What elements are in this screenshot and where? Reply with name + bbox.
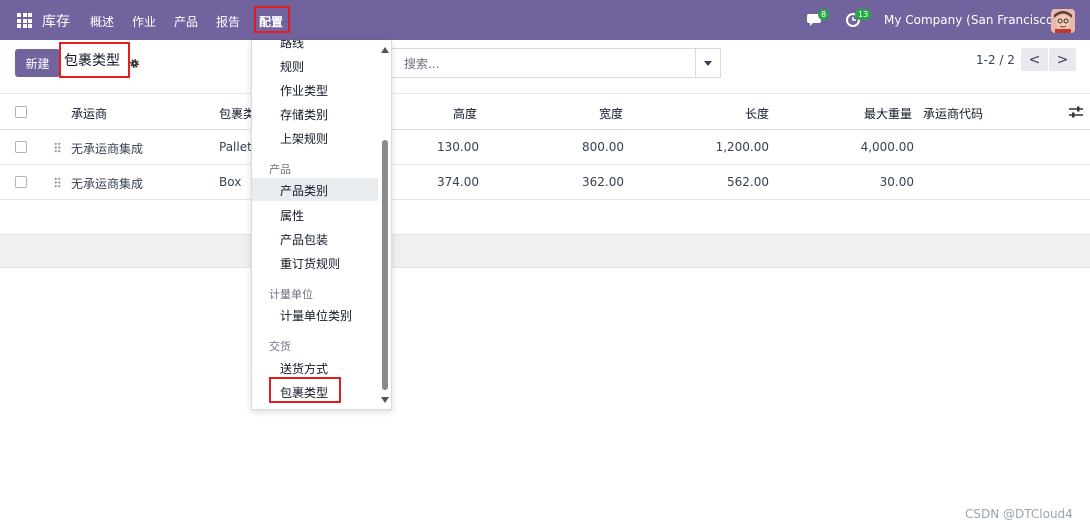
optional-columns-icon[interactable] bbox=[1069, 106, 1083, 118]
menu-overview[interactable]: 概述 bbox=[90, 13, 114, 30]
dropdown-item-operation-types[interactable]: 作业类型 bbox=[280, 82, 328, 99]
dropdown-item-rules[interactable]: 规则 bbox=[280, 58, 304, 75]
column-header-carrier-code[interactable]: 承运商代码 bbox=[923, 105, 983, 122]
table-row[interactable]: 无承运商集成 Box 374.00 362.00 562.00 30.00 bbox=[0, 165, 1090, 200]
menu-configuration[interactable]: 配置 bbox=[254, 6, 290, 33]
select-all-checkbox[interactable] bbox=[15, 106, 27, 118]
dropdown-section-uom: 计量单位 bbox=[269, 288, 313, 301]
search-placeholder: 搜索... bbox=[404, 56, 440, 71]
column-header-width[interactable]: 宽度 bbox=[599, 105, 623, 122]
dropdown-item-reordering-rules[interactable]: 重订货规则 bbox=[280, 255, 340, 272]
cell-max-weight: 4,000.00 bbox=[860, 140, 914, 154]
cell-package-type: Box bbox=[219, 175, 242, 189]
dropdown-section-product: 产品 bbox=[269, 163, 291, 176]
row-checkbox[interactable] bbox=[15, 176, 27, 188]
cell-height: 130.00 bbox=[437, 140, 479, 154]
page-title-box: 包裹类型 bbox=[59, 42, 130, 78]
table-row[interactable]: 无承运商集成 Pallet 130.00 800.00 1,200.00 4,0… bbox=[0, 130, 1090, 165]
top-navbar: 库存 概述 作业 产品 报告 配置 8 13 My Company (San F… bbox=[0, 0, 1090, 40]
dropdown-item-package-types[interactable]: 包裹类型 bbox=[280, 384, 328, 401]
dropdown-item-putaway-rules[interactable]: 上架规则 bbox=[280, 130, 328, 147]
cell-max-weight: 30.00 bbox=[879, 175, 914, 189]
scrollbar-thumb[interactable] bbox=[382, 140, 388, 390]
watermark: CSDN @DTCloud4 bbox=[965, 507, 1073, 521]
caret-down-icon bbox=[704, 60, 712, 66]
column-header-carrier[interactable]: 承运商 bbox=[71, 105, 107, 122]
column-header-max-weight[interactable]: 最大重量 bbox=[864, 105, 912, 122]
scroll-down-arrow-icon[interactable] bbox=[381, 397, 389, 403]
column-header-height[interactable]: 高度 bbox=[453, 105, 477, 122]
search-input[interactable]: 搜索... bbox=[380, 48, 696, 78]
dropdown-item-product-categories[interactable]: 产品类别 bbox=[280, 182, 328, 199]
cell-height: 374.00 bbox=[437, 175, 479, 189]
menu-reporting[interactable]: 报告 bbox=[216, 13, 240, 30]
dropdown-item-routes[interactable]: 路线 bbox=[280, 40, 304, 51]
column-header-package-type[interactable]: 包裹类 bbox=[219, 105, 255, 122]
dropdown-item-attributes[interactable]: 属性 bbox=[280, 207, 304, 224]
search-options-toggle[interactable] bbox=[695, 48, 721, 78]
cell-width: 800.00 bbox=[582, 140, 624, 154]
scroll-up-arrow-icon[interactable] bbox=[381, 47, 389, 53]
drag-handle-icon[interactable] bbox=[54, 177, 61, 188]
dropdown-item-uom-categories[interactable]: 计量单位类别 bbox=[280, 307, 352, 324]
pager-value[interactable]: 1-2 / 2 bbox=[976, 53, 1015, 67]
activity-count-badge: 13 bbox=[855, 9, 872, 20]
dropdown-item-product-packagings[interactable]: 产品包装 bbox=[280, 231, 328, 248]
table-header: 承运商 包裹类 高度 宽度 长度 最大重量 承运商代码 bbox=[0, 93, 1090, 130]
cell-width: 362.00 bbox=[582, 175, 624, 189]
pager-previous-button[interactable]: < bbox=[1021, 48, 1048, 71]
gear-icon[interactable] bbox=[129, 58, 140, 69]
dropdown-section-delivery: 交货 bbox=[269, 340, 291, 353]
cell-package-type: Pallet bbox=[219, 140, 252, 154]
dropdown-item-storage-categories[interactable]: 存储类别 bbox=[280, 106, 328, 123]
dropdown-item-shipping-methods[interactable]: 送货方式 bbox=[280, 360, 328, 377]
menu-products[interactable]: 产品 bbox=[174, 13, 198, 30]
configuration-dropdown: 路线 规则 作业类型 存储类别 上架规则 产品 产品类别 属性 产品包装 重订货… bbox=[251, 40, 392, 410]
cell-length: 562.00 bbox=[727, 175, 769, 189]
user-avatar[interactable] bbox=[1051, 9, 1075, 33]
new-button[interactable]: 新建 bbox=[15, 49, 60, 77]
company-switcher[interactable]: My Company (San Francisco) bbox=[884, 13, 1058, 27]
app-brand[interactable]: 库存 bbox=[42, 11, 70, 31]
menu-operations[interactable]: 作业 bbox=[132, 13, 156, 30]
pager-next-button[interactable]: > bbox=[1049, 48, 1076, 71]
table-footer bbox=[0, 234, 1090, 268]
row-checkbox[interactable] bbox=[15, 141, 27, 153]
page-title: 包裹类型 bbox=[64, 53, 120, 69]
cell-carrier: 无承运商集成 bbox=[71, 177, 144, 191]
cell-length: 1,200.00 bbox=[715, 140, 769, 154]
apps-grid-icon[interactable] bbox=[17, 13, 32, 28]
chat-count-badge: 8 bbox=[818, 9, 830, 20]
column-header-length[interactable]: 长度 bbox=[745, 105, 769, 122]
drag-handle-icon[interactable] bbox=[54, 142, 61, 153]
cell-carrier: 无承运商集成 bbox=[71, 142, 144, 156]
